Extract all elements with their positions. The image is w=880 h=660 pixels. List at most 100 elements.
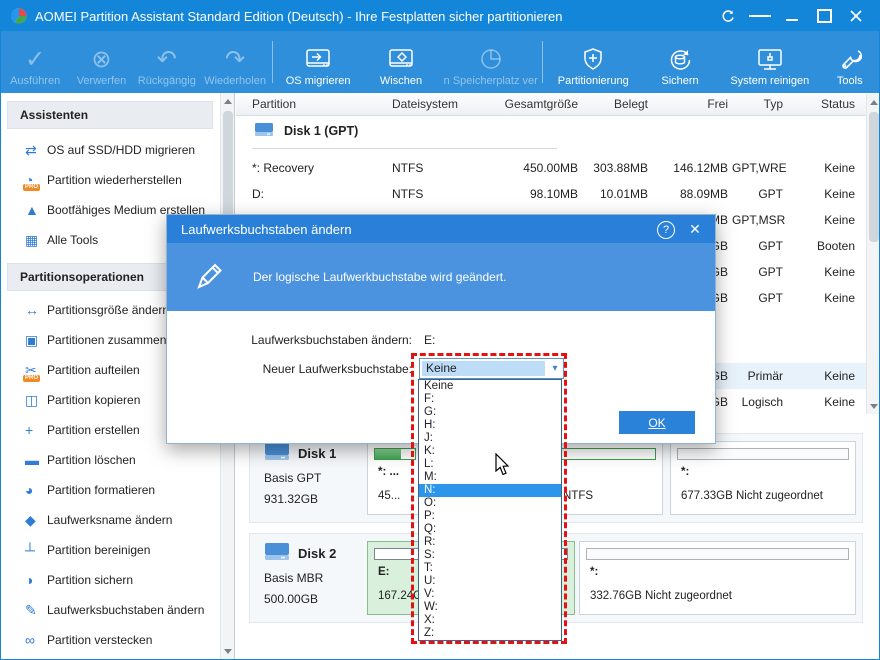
allocate-space-button: n Speicherplatz ver	[441, 31, 540, 93]
menu-icon[interactable]	[749, 5, 771, 27]
sidebar-item-delete-partition[interactable]: ▬ Partition löschen	[1, 445, 219, 475]
toolbar-label: n Speicherplatz ver	[443, 75, 538, 87]
migrate-os-button[interactable]: OS migrieren	[275, 31, 361, 93]
shield-plus-icon	[579, 45, 607, 75]
resize-icon: ↔	[25, 302, 39, 318]
column-header-used: Belegt	[613, 97, 648, 111]
tools-button[interactable]: Tools	[820, 31, 879, 93]
disk-group-header[interactable]: Disk 1 (GPT)	[236, 116, 879, 146]
toolbar-label: Wischen	[379, 75, 423, 87]
table-row[interactable]: *: Recovery NTFS 450.00MB 303.88MB 146.1…	[236, 155, 879, 181]
split-icon: ✂ PRO	[23, 361, 41, 382]
wrench-icon	[836, 45, 864, 75]
create-icon: +	[25, 422, 34, 438]
undo-icon: ↶	[156, 46, 177, 73]
sidebar-item-label: Partition löschen	[47, 453, 136, 467]
partitioning-button[interactable]: Partitionierung	[545, 31, 641, 93]
wipe-button[interactable]: Wischen	[361, 31, 441, 93]
disk1-info[interactable]: Disk 1 Basis GPT 931.32GB	[264, 442, 336, 506]
column-header-filesystem: Dateisystem	[392, 97, 459, 111]
column-header-type: Typ	[763, 97, 783, 111]
minimize-icon[interactable]	[781, 5, 803, 27]
all-tools-icon: ▦	[25, 231, 39, 248]
sidebar-item-clean-partition[interactable]: ┴ Partition bereinigen	[1, 535, 219, 565]
toolbar-label: System reinigen	[730, 75, 810, 87]
highlight-annotation	[411, 353, 567, 644]
label-tag-icon: ◆	[25, 511, 36, 528]
new-letter-label: Neuer Laufwerksbuchstabe:	[262, 362, 412, 376]
usage-bar	[677, 448, 849, 460]
sidebar-item-label: Laufwerksname ändern	[47, 513, 173, 527]
recover-icon: ◔ PRO	[23, 172, 41, 191]
delete-icon: ▬	[25, 452, 39, 468]
refresh-icon[interactable]	[717, 5, 739, 27]
partition-block-unallocated[interactable]: *: 677.33GB Nicht zugeordnet	[670, 441, 856, 515]
disk-size: 500.00GB	[264, 592, 319, 606]
sidebar-item-label: Partition bereinigen	[47, 543, 151, 557]
disk-type: Basis MBR	[264, 571, 324, 585]
usage-bar	[586, 548, 849, 560]
dialog-title-bar: Laufwerksbuchstaben ändern	[167, 215, 715, 243]
scroll-up-icon[interactable]	[221, 94, 235, 108]
table-cell: Keine	[824, 265, 855, 279]
maximize-icon[interactable]	[813, 5, 835, 27]
partition-label: *:	[590, 566, 599, 578]
table-cell: 146.12MB	[673, 161, 728, 175]
sidebar-section-assistants: Assistenten	[7, 101, 213, 129]
partition-block-unallocated[interactable]: *: 332.76GB Nicht zugeordnet	[579, 541, 856, 615]
toolbar-label: Partitionierung	[557, 75, 629, 87]
title-bar: AOMEI Partition Assistant Standard Editi…	[1, 1, 879, 31]
dialog-title: Laufwerksbuchstaben ändern	[181, 221, 352, 237]
sidebar-item-label: Alle Tools	[47, 233, 99, 247]
sidebar-item-change-label[interactable]: ◆ Laufwerksname ändern	[1, 505, 219, 535]
sidebar-item-backup-partition[interactable]: ◑ Partition sichern	[1, 565, 219, 595]
table-cell: 88.09MB	[679, 187, 728, 201]
table-cell: Keine	[824, 161, 855, 175]
disk-icon	[264, 442, 290, 464]
scroll-down-icon[interactable]	[221, 644, 235, 658]
table-header: Partition Dateisystem Gesamtgröße Belegt…	[236, 93, 879, 116]
scroll-up-icon[interactable]	[867, 95, 879, 109]
check-icon: ✓	[25, 46, 46, 73]
close-icon[interactable]	[845, 5, 867, 27]
disk-size: 931.32GB	[264, 492, 319, 506]
table-cell: GPT	[758, 291, 783, 305]
disk-group-label: Disk 1 (GPT)	[284, 124, 359, 138]
copy-icon: ◫	[25, 391, 39, 408]
table-cell: GPT	[758, 265, 783, 279]
table-cell: 450.00MB	[523, 161, 578, 175]
toolbar-label: Sichern	[661, 75, 699, 87]
apply-button: ✓ Ausführen	[1, 31, 69, 93]
table-cell: NTFS	[392, 161, 424, 175]
disk2-info[interactable]: Disk 2 Basis MBR 500.00GB	[264, 542, 336, 606]
sidebar-item-change-drive-letter[interactable]: ✎ Laufwerksbuchstaben ändern	[1, 595, 219, 625]
column-header-partition: Partition	[252, 97, 297, 111]
scroll-down-icon[interactable]	[867, 399, 879, 413]
table-scrollbar[interactable]	[866, 94, 879, 414]
sidebar-item-migrate-os[interactable]: ⇄ OS auf SSD/HDD migrieren	[1, 135, 219, 165]
help-icon[interactable]: ?	[657, 221, 675, 239]
toolbar-label: Ausführen	[10, 75, 61, 87]
sidebar-item-label: Partitionsgröße ändern	[47, 303, 170, 317]
toolbar-separator	[272, 41, 274, 83]
table-row[interactable]: D: NTFS 98.10MB 10.01MB 88.09MB GPT Kein…	[236, 181, 879, 207]
backup-button[interactable]: Sichern	[641, 31, 719, 93]
sidebar-item-hide-partition[interactable]: ∞ Partition verstecken	[1, 625, 219, 655]
table-cell: 98.10MB	[529, 187, 578, 201]
system-clean-button[interactable]: System reinigen	[719, 31, 820, 93]
sidebar-item-format-partition[interactable]: ◕ Partition formatieren	[1, 475, 219, 505]
ok-button[interactable]: OK	[619, 411, 695, 434]
sidebar-item-label: Partition sichern	[47, 573, 134, 587]
table-cell: *: Recovery	[252, 161, 315, 175]
table-cell: Keine	[824, 291, 855, 305]
scroll-thumb[interactable]	[869, 112, 879, 242]
sidebar-item-recover-partition[interactable]: ◔ PRO Partition wiederherstellen	[1, 165, 219, 195]
table-cell: NTFS	[392, 187, 424, 201]
pie-icon: ◑	[25, 572, 34, 588]
partition-size: 677.33GB Nicht zugeordnet	[681, 490, 823, 502]
toolbar-label: Verwerfen	[76, 75, 127, 87]
glasses-icon: ∞	[25, 632, 35, 648]
disk-name: Disk 1	[298, 445, 337, 461]
dialog-close-icon[interactable]: ✕	[687, 221, 703, 237]
table-cell: 303.88MB	[593, 161, 648, 175]
